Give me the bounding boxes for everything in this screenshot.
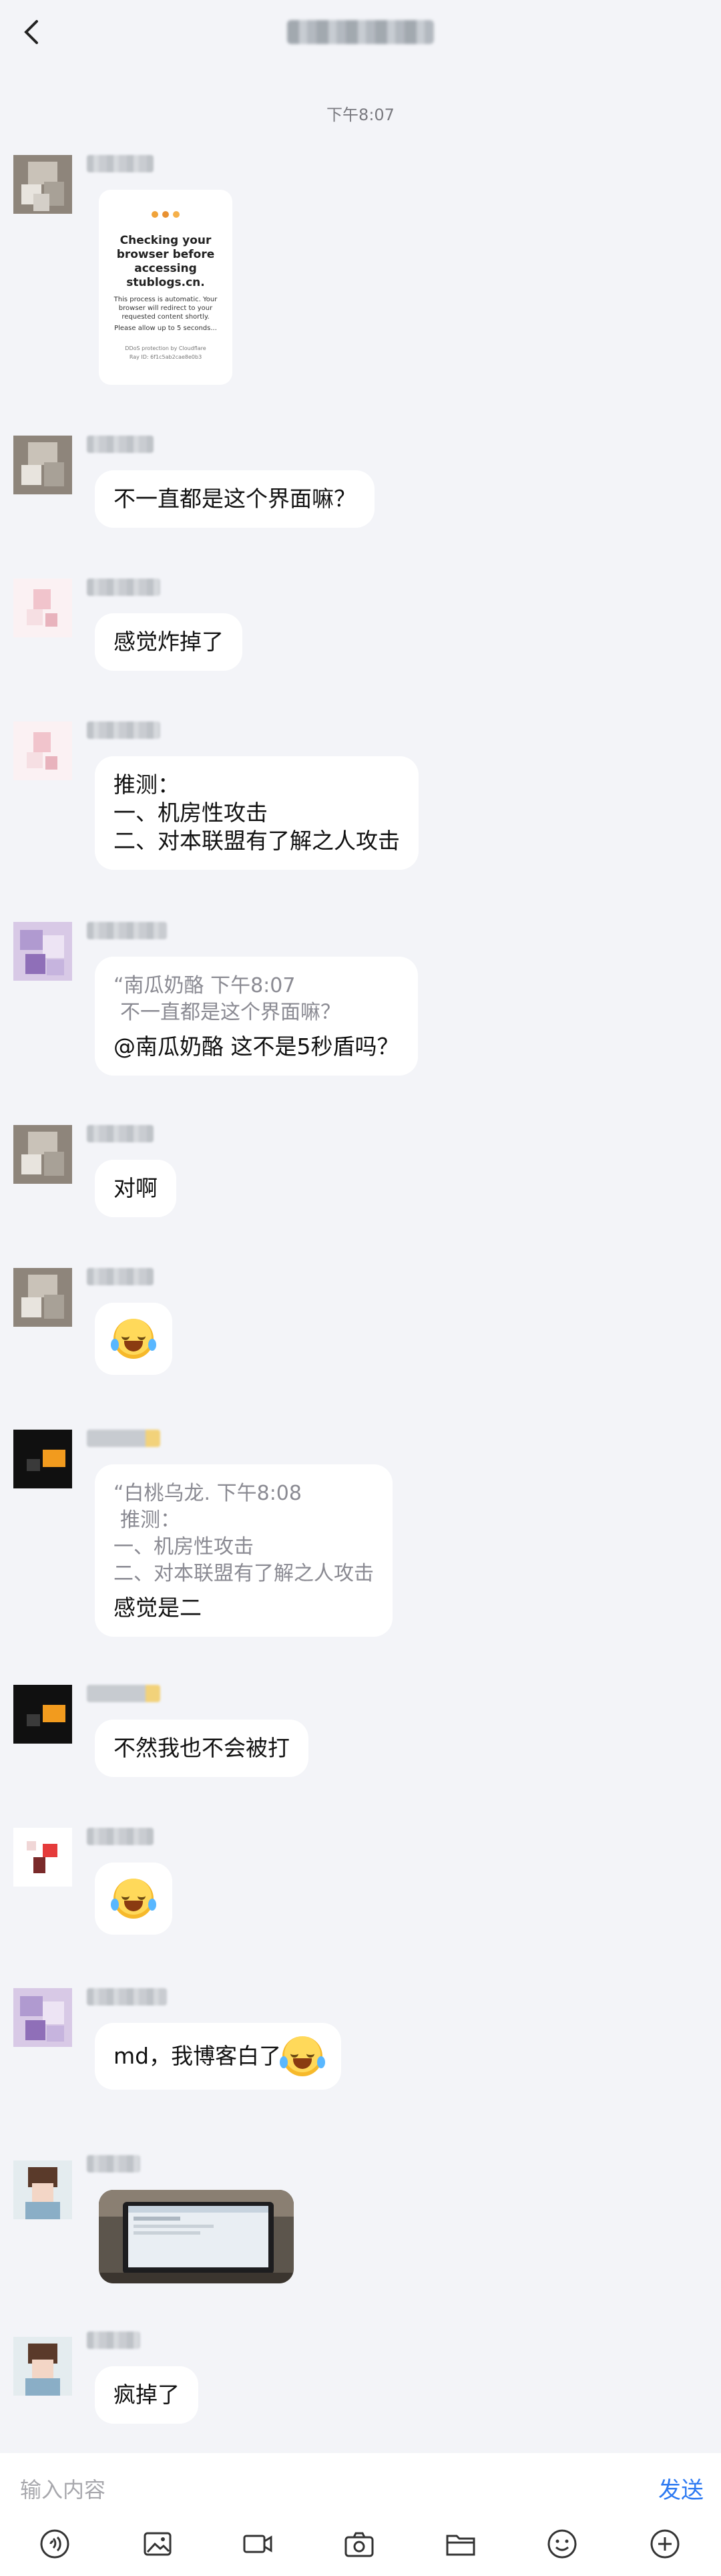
nickname (87, 579, 160, 596)
avatar[interactable] (13, 1268, 72, 1327)
message-item: 感觉炸掉了 (13, 579, 708, 679)
card-footer: DDoS protection by Cloudflare (125, 345, 206, 351)
nickname (87, 1685, 160, 1702)
quote-line: 二、对本联盟有了解之人攻击 (113, 1562, 374, 1585)
message-line: 一、机房性攻击 (113, 800, 268, 826)
message-input[interactable]: 输入内容 (20, 2473, 105, 2504)
laughing-tears-emoji-icon (111, 1319, 156, 1359)
message-item: 不然我也不会被打 (13, 1685, 708, 1785)
card-title: Checking your browser before accessing s… (116, 234, 215, 289)
message-bubble[interactable]: 感觉炸掉了 (95, 613, 242, 671)
quote-body: 不一直都是这个界面嘛？ (120, 1001, 340, 1024)
avatar[interactable] (13, 1685, 72, 1744)
quote-line: 推测： (120, 1508, 180, 1532)
nickname (87, 2331, 140, 2349)
avatar[interactable] (13, 436, 72, 494)
folder-icon[interactable] (441, 2524, 481, 2564)
send-button[interactable]: 发送 (658, 2472, 704, 2505)
chat-header (0, 0, 721, 64)
nickname (87, 1125, 154, 1142)
video-icon[interactable] (238, 2524, 278, 2564)
message-text: 感觉是二 (113, 1595, 202, 1621)
composer-toolbar (0, 2524, 721, 2564)
quote-header: “南瓜奶酪 下午8:07 (113, 974, 296, 997)
composer: 输入内容 发送 (0, 2453, 721, 2576)
message-bubble[interactable]: 不然我也不会被打 (95, 1720, 308, 1777)
loading-dots-icon (105, 211, 226, 218)
image-message[interactable] (99, 2190, 294, 2283)
avatar[interactable] (13, 1988, 72, 2047)
message-item (13, 2155, 708, 2289)
avatar[interactable] (13, 1430, 72, 1488)
emoji-icon[interactable] (542, 2524, 582, 2564)
message-bubble[interactable] (95, 1303, 172, 1375)
image-message[interactable]: Checking your browser before accessing s… (99, 190, 232, 385)
nickname (87, 2155, 140, 2172)
laughing-tears-emoji-icon (280, 2036, 326, 2076)
avatar[interactable] (13, 922, 72, 981)
nickname (87, 1828, 154, 1845)
message-item: “白桃乌龙. 下午8:08 推测： 一、机房性攻击 二、对本联盟有了解之人攻击 … (13, 1430, 708, 1650)
message-timestamp: 下午8:07 (326, 106, 395, 124)
avatar[interactable] (13, 155, 72, 214)
card-ray: Ray ID: 6f1c5ab2cae8e0b3 (129, 354, 202, 360)
card-body: This process is automatic. Your browser … (113, 296, 218, 321)
nickname (87, 1268, 154, 1285)
voice-icon[interactable] (35, 2524, 75, 2564)
plus-icon[interactable] (645, 2524, 685, 2564)
quote-line: 一、机房性攻击 (113, 1535, 254, 1559)
nickname (87, 721, 160, 739)
message-item: 推测： 一、机房性攻击 二、对本联盟有了解之人攻击 (13, 721, 708, 882)
message-bubble[interactable]: 不一直都是这个界面嘛？ (95, 470, 375, 528)
quote-header: “白桃乌龙. 下午8:08 (113, 1482, 302, 1505)
nickname (87, 436, 154, 453)
message-item: 疯掉了 (13, 2331, 708, 2432)
camera-icon[interactable] (339, 2524, 379, 2564)
nickname (87, 922, 167, 939)
message-bubble[interactable]: “南瓜奶酪 下午8:07 不一直都是这个界面嘛？ @南瓜奶酪 这不是5秒盾吗？ (95, 957, 418, 1076)
message-item (13, 1828, 708, 1941)
nickname (87, 1430, 160, 1447)
message-line: 推测： (113, 772, 180, 798)
avatar[interactable] (13, 2337, 72, 2396)
message-item: “南瓜奶酪 下午8:07 不一直都是这个界面嘛？ @南瓜奶酪 这不是5秒盾吗？ (13, 922, 708, 1096)
nickname (87, 1988, 167, 2005)
message-bubble[interactable]: md，我博客白了 (95, 2023, 342, 2090)
avatar[interactable] (13, 721, 72, 780)
message-item (13, 1268, 708, 1382)
message-item: Checking your browser before accessing s… (13, 155, 708, 395)
avatar[interactable] (13, 1828, 72, 1887)
image-icon[interactable] (138, 2524, 178, 2564)
message-bubble[interactable]: 对啊 (95, 1160, 176, 1217)
message-bubble[interactable] (95, 1863, 172, 1935)
message-line: 二、对本联盟有了解之人攻击 (113, 828, 400, 854)
message-item: 对啊 (13, 1125, 708, 1225)
avatar[interactable] (13, 2160, 72, 2219)
laughing-tears-emoji-icon (111, 1879, 156, 1919)
chevron-left-icon[interactable] (12, 12, 52, 52)
message-bubble[interactable]: 疯掉了 (95, 2366, 198, 2424)
nickname (87, 155, 154, 172)
message-text: @南瓜奶酪 这不是5秒盾吗？ (113, 1033, 399, 1060)
message-item: md，我博客白了 (13, 1988, 708, 2102)
message-bubble[interactable]: 推测： 一、机房性攻击 二、对本联盟有了解之人攻击 (95, 756, 419, 870)
message-bubble[interactable]: “白桃乌龙. 下午8:08 推测： 一、机房性攻击 二、对本联盟有了解之人攻击 … (95, 1464, 393, 1637)
avatar[interactable] (13, 1125, 72, 1184)
card-wait: Please allow up to 5 seconds... (114, 325, 217, 332)
message-item: 不一直都是这个界面嘛？ (13, 436, 708, 536)
message-text: md，我博客白了 (113, 2043, 282, 2069)
chat-title (287, 20, 434, 44)
avatar[interactable] (13, 579, 72, 637)
